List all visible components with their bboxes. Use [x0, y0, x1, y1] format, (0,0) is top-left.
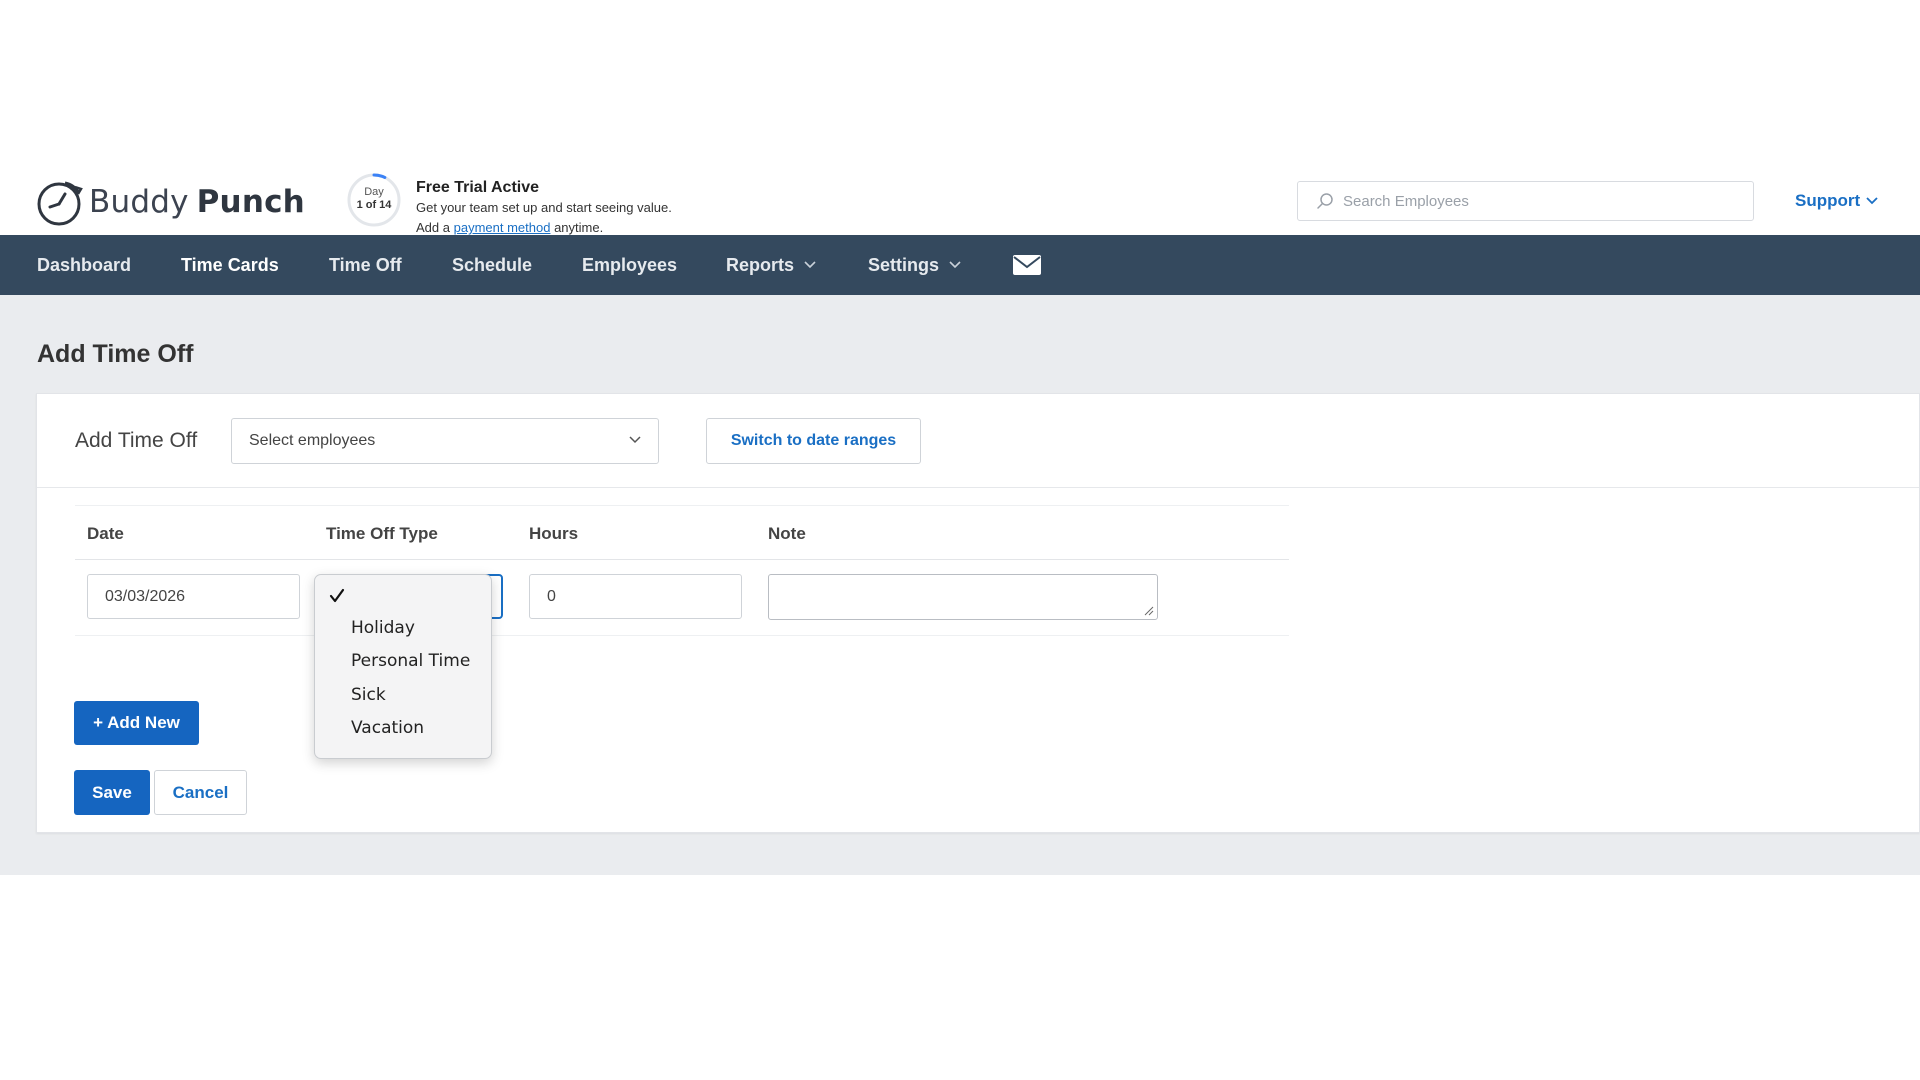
trial-line-1: Get your team set up and start seeing va… — [416, 200, 672, 215]
hours-input[interactable]: 0 — [529, 574, 742, 619]
nav-dashboard-label: Dashboard — [37, 255, 132, 275]
stopwatch-icon — [37, 181, 83, 226]
cancel-button[interactable]: Cancel — [154, 770, 247, 815]
dropdown-option-sick[interactable]: Sick — [351, 685, 386, 705]
column-header-time-off-type: Time Off Type — [326, 524, 438, 543]
nav-time-off[interactable]: Time Off — [329, 235, 402, 295]
chevron-down-icon — [804, 261, 816, 269]
select-employees-dropdown[interactable]: Select employees — [231, 418, 659, 464]
checkmark-icon — [329, 588, 345, 603]
chevron-down-icon — [1866, 197, 1878, 205]
dropdown-option-vacation[interactable]: Vacation — [351, 718, 424, 738]
nav-employees-label: Employees — [582, 255, 678, 275]
brand-name-light: Buddy — [89, 184, 189, 220]
dropdown-option-holiday[interactable]: Holiday — [351, 618, 415, 638]
date-input[interactable]: 03/03/2026 — [87, 574, 300, 619]
nav-settings-label: Settings — [868, 255, 940, 275]
switch-to-date-ranges-button[interactable]: Switch to date ranges — [706, 418, 921, 464]
nav-settings[interactable]: Settings — [868, 235, 961, 295]
column-header-note: Note — [768, 524, 806, 543]
trial-day-label: Day — [364, 186, 384, 198]
nav-schedule-label: Schedule — [452, 255, 533, 275]
card-header: Add Time Off Select employees Switch to … — [37, 394, 1919, 488]
trial-line-2-prefix: Add a — [416, 220, 450, 235]
search-employees-input[interactable] — [1343, 192, 1723, 210]
trial-banner: Day 1 of 14 Free Trial Active Get your t… — [346, 172, 672, 238]
nav-dashboard[interactable]: Dashboard — [37, 235, 131, 295]
note-textarea[interactable] — [768, 574, 1158, 620]
save-button[interactable]: Save — [74, 770, 150, 815]
nav-messages[interactable] — [1013, 235, 1041, 295]
chevron-down-icon — [949, 261, 961, 269]
trial-line-2-suffix: anytime. — [554, 220, 604, 235]
envelope-icon — [1013, 255, 1041, 275]
card-title: Add Time Off — [75, 429, 198, 452]
table-row: 03/03/2026 0 — [75, 560, 1289, 636]
payment-method-link[interactable]: payment method — [454, 220, 551, 235]
nav-reports[interactable]: Reports — [726, 235, 816, 295]
time-off-type-options: Holiday Personal Time Sick Vacation — [314, 574, 492, 759]
select-employees-placeholder: Select employees — [249, 432, 376, 449]
nav-schedule[interactable]: Schedule — [452, 235, 532, 295]
nav-time-cards[interactable]: Time Cards — [181, 235, 279, 295]
table-header-row: Date Time Off Type Hours Note — [75, 505, 1289, 560]
nav-reports-label: Reports — [726, 255, 795, 275]
dropdown-option-personal-time[interactable]: Personal Time — [351, 651, 470, 671]
trial-title: Free Trial Active — [416, 179, 540, 196]
top-header: Buddy Punch Day 1 of 14 Free Trial Active… — [0, 165, 1920, 235]
trial-progress-ring: Day 1 of 14 — [346, 172, 402, 228]
main-navbar: Dashboard Time Cards Time Off Schedule E… — [0, 235, 1920, 310]
brand-name: Buddy Punch — [89, 184, 305, 220]
page-title: Add Time Off — [37, 340, 194, 368]
column-header-date: Date — [87, 524, 124, 543]
nav-time-cards-label: Time Cards — [181, 255, 279, 275]
support-menu[interactable]: Support — [1795, 191, 1878, 211]
chevron-down-icon — [629, 436, 641, 444]
trial-text: Free Trial Active Get your team set up a… — [416, 178, 672, 238]
nav-time-off-label: Time Off — [329, 255, 402, 275]
search-employees-box[interactable] — [1297, 181, 1754, 221]
brand-name-bold: Punch — [196, 184, 305, 220]
brand-logo[interactable]: Buddy Punch — [35, 177, 305, 227]
add-new-button[interactable]: + Add New — [74, 701, 199, 745]
search-icon — [1317, 193, 1333, 209]
resize-handle-icon[interactable] — [1144, 606, 1154, 616]
nav-employees[interactable]: Employees — [582, 235, 677, 295]
column-header-hours: Hours — [529, 524, 579, 543]
trial-day-count: 1 of 14 — [356, 199, 392, 211]
support-label: Support — [1795, 191, 1861, 210]
